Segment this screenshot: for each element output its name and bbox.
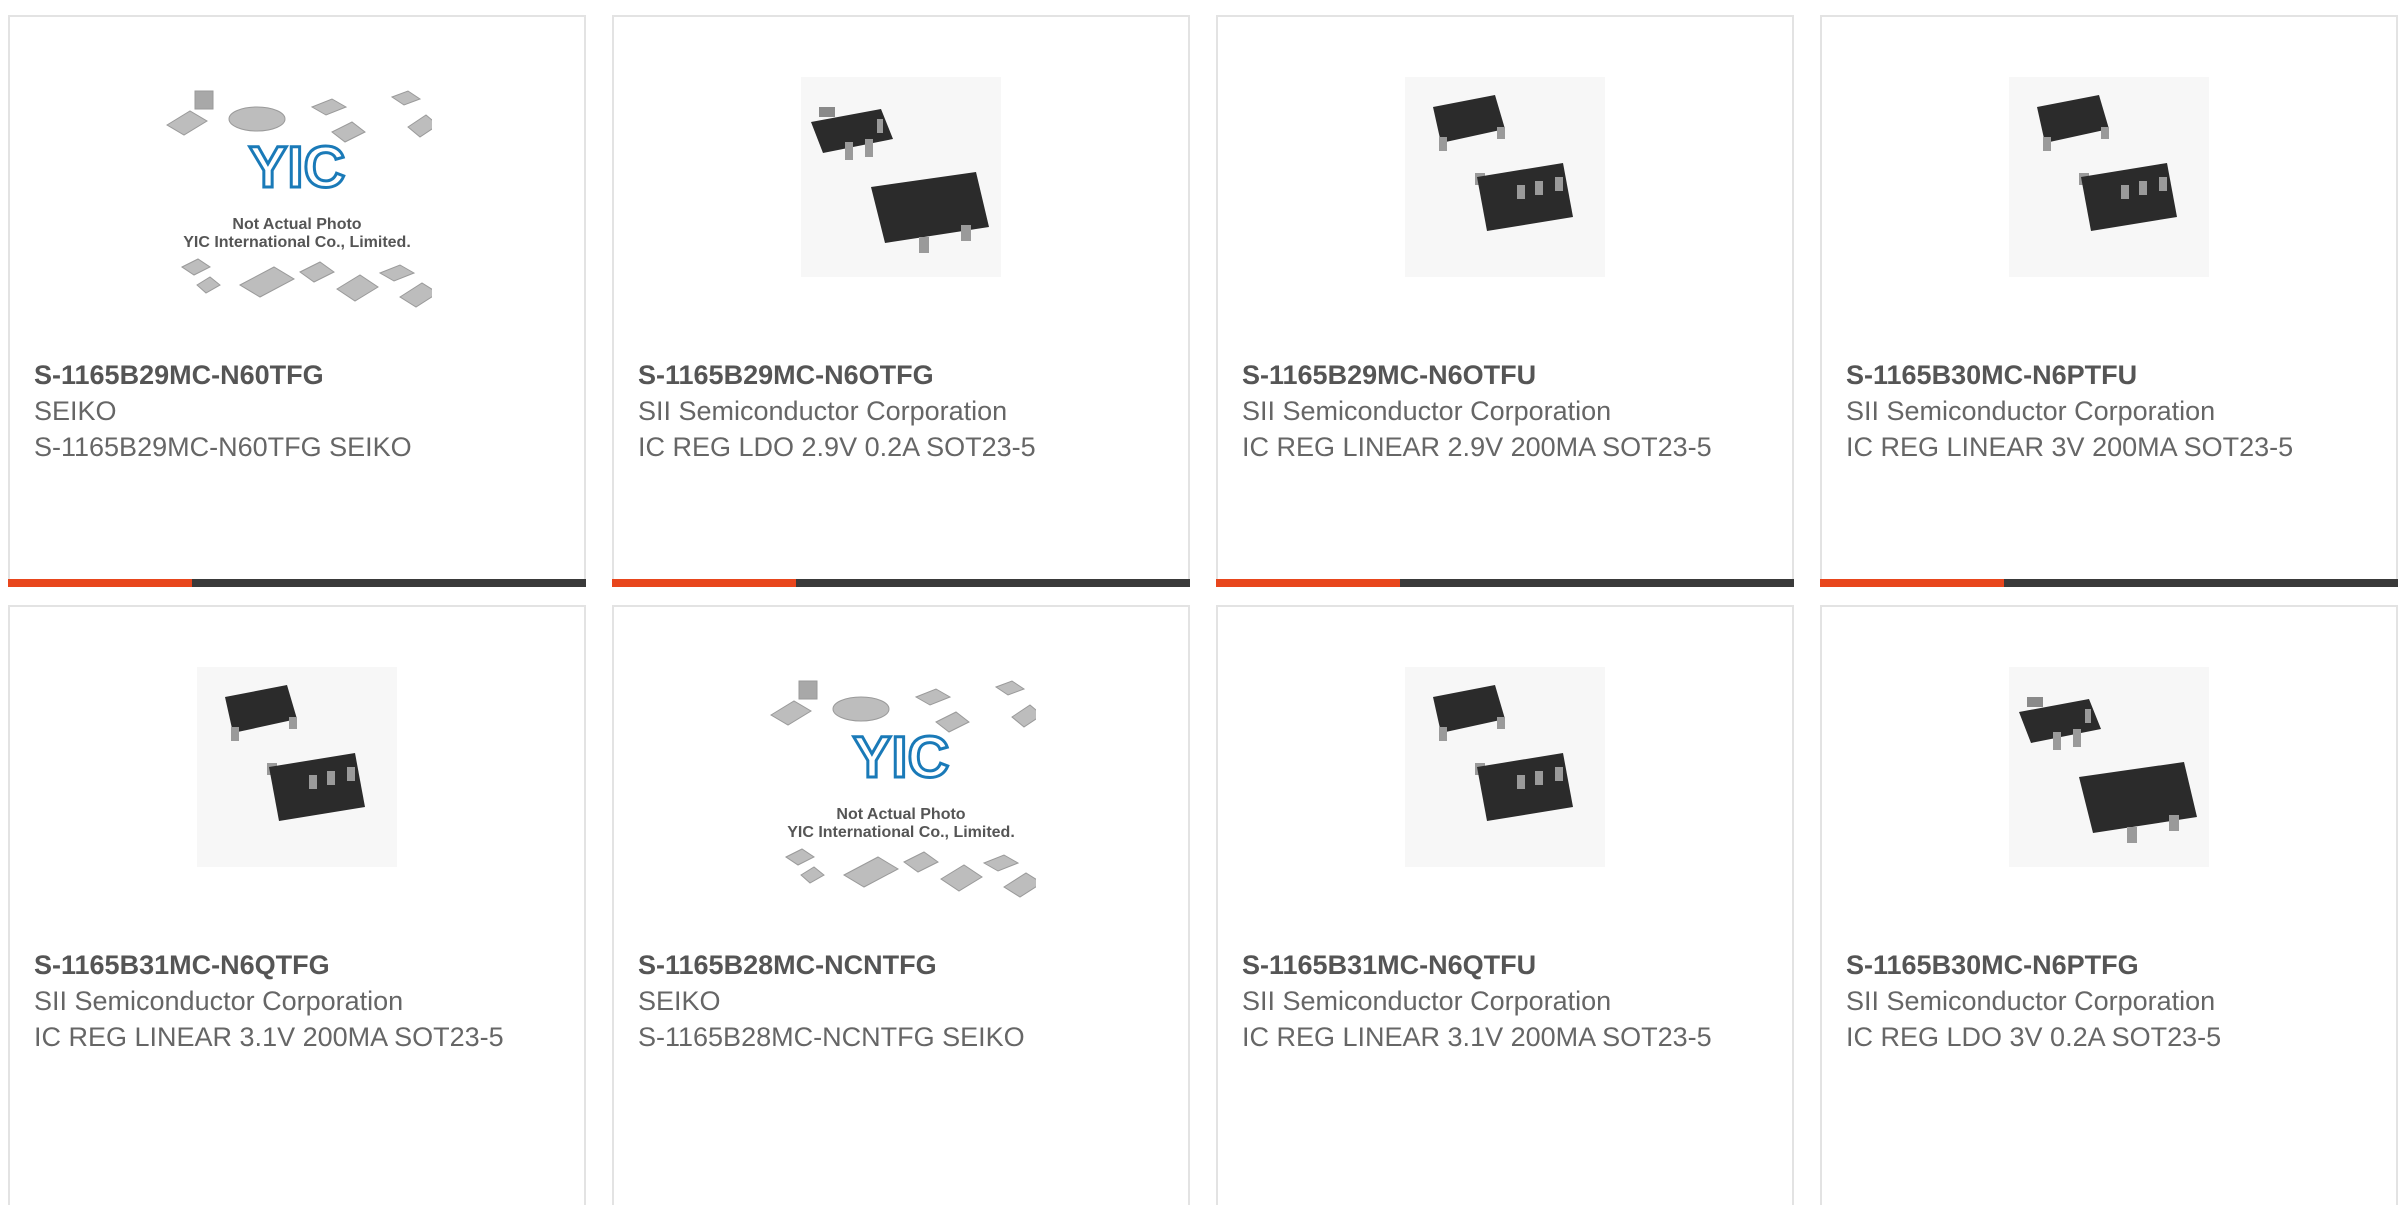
product-image[interactable]: YIC Not Actual Photo YIC International C… bbox=[614, 667, 1188, 902]
description: S-1165B28MC-NCNTFG SEIKO bbox=[638, 1022, 1025, 1052]
sot23-chip-image bbox=[1405, 77, 1605, 277]
product-info: S-1165B30MC-N6PTFU SII Semiconductor Cor… bbox=[1846, 357, 2372, 465]
product-info: S-1165B29MC-N6OTFU SII Semiconductor Cor… bbox=[1242, 357, 1768, 465]
product-card[interactable]: YIC Not Actual Photo YIC International C… bbox=[8, 15, 586, 587]
product-card[interactable]: YIC Not Actual Photo YIC International C… bbox=[612, 605, 1190, 1205]
product-card[interactable]: S-1165B29MC-N6OTFG SII Semiconductor Cor… bbox=[612, 15, 1190, 587]
product-card[interactable]: S-1165B30MC-N6PTFG SII Semiconductor Cor… bbox=[1820, 605, 2398, 1205]
product-info: S-1165B31MC-N6QTFG SII Semiconductor Cor… bbox=[34, 947, 560, 1055]
card-accent-bar bbox=[612, 579, 1190, 587]
description: S-1165B29MC-N60TFG SEIKO bbox=[34, 432, 412, 462]
product-image[interactable] bbox=[1822, 77, 2396, 312]
product-info: S-1165B28MC-NCNTFG SEIKO S-1165B28MC-NCN… bbox=[638, 947, 1164, 1055]
description: IC REG LINEAR 3.1V 200MA SOT23-5 bbox=[34, 1022, 504, 1052]
manufacturer: SEIKO bbox=[638, 986, 721, 1016]
sot23-chip-image bbox=[197, 667, 397, 867]
svg-text:YIC: YIC bbox=[249, 135, 346, 200]
product-image[interactable] bbox=[614, 77, 1188, 312]
description: IC REG LDO 3V 0.2A SOT23-5 bbox=[1846, 1022, 2222, 1052]
part-number[interactable]: S-1165B31MC-N6QTFU bbox=[1242, 947, 1768, 983]
sot23-chip-image bbox=[2009, 77, 2209, 277]
sot23-chip-image bbox=[2009, 667, 2209, 867]
manufacturer: SII Semiconductor Corporation bbox=[34, 986, 404, 1016]
manufacturer: SII Semiconductor Corporation bbox=[1242, 986, 1612, 1016]
card-accent-bar bbox=[1216, 579, 1794, 587]
svg-text:Not Actual Photo: Not Actual Photo bbox=[232, 216, 361, 233]
part-number[interactable]: S-1165B28MC-NCNTFG bbox=[638, 947, 1164, 983]
part-number[interactable]: S-1165B30MC-N6PTFG bbox=[1846, 947, 2372, 983]
part-number[interactable]: S-1165B30MC-N6PTFU bbox=[1846, 357, 2372, 393]
product-info: S-1165B29MC-N6OTFG SII Semiconductor Cor… bbox=[638, 357, 1164, 465]
part-number[interactable]: S-1165B29MC-N60TFG bbox=[34, 357, 560, 393]
card-accent-bar bbox=[1820, 579, 2398, 587]
product-image[interactable]: YIC Not Actual Photo YIC International C… bbox=[10, 77, 584, 312]
part-number[interactable]: S-1165B31MC-N6QTFG bbox=[34, 947, 560, 983]
manufacturer: SII Semiconductor Corporation bbox=[1846, 986, 2216, 1016]
placeholder-image: YIC Not Actual Photo YIC International C… bbox=[166, 90, 432, 308]
manufacturer: SII Semiconductor Corporation bbox=[1242, 396, 1612, 426]
card-accent-bar bbox=[8, 579, 586, 587]
product-image[interactable] bbox=[1218, 77, 1792, 312]
description: IC REG LDO 2.9V 0.2A SOT23-5 bbox=[638, 432, 1036, 462]
product-card[interactable]: S-1165B31MC-N6QTFG SII Semiconductor Cor… bbox=[8, 605, 586, 1205]
product-card[interactable]: S-1165B31MC-N6QTFU SII Semiconductor Cor… bbox=[1216, 605, 1794, 1205]
product-info: S-1165B30MC-N6PTFG SII Semiconductor Cor… bbox=[1846, 947, 2372, 1055]
svg-text:YIC International Co., Limited: YIC International Co., Limited. bbox=[787, 824, 1015, 841]
product-card[interactable]: S-1165B29MC-N6OTFU SII Semiconductor Cor… bbox=[1216, 15, 1794, 587]
svg-text:YIC: YIC bbox=[853, 725, 950, 790]
description: IC REG LINEAR 2.9V 200MA SOT23-5 bbox=[1242, 432, 1712, 462]
part-number[interactable]: S-1165B29MC-N6OTFG bbox=[638, 357, 1164, 393]
svg-text:YIC International Co., Limited: YIC International Co., Limited. bbox=[183, 234, 411, 251]
description: IC REG LINEAR 3V 200MA SOT23-5 bbox=[1846, 432, 2294, 462]
product-grid: YIC Not Actual Photo YIC International C… bbox=[8, 15, 2400, 1205]
svg-text:Not Actual Photo: Not Actual Photo bbox=[836, 806, 965, 823]
manufacturer: SII Semiconductor Corporation bbox=[638, 396, 1008, 426]
product-info: S-1165B29MC-N60TFG SEIKO S-1165B29MC-N60… bbox=[34, 357, 560, 465]
product-image[interactable] bbox=[1822, 667, 2396, 902]
placeholder-image: YIC Not Actual Photo YIC International C… bbox=[770, 680, 1036, 898]
product-card[interactable]: S-1165B30MC-N6PTFU SII Semiconductor Cor… bbox=[1820, 15, 2398, 587]
manufacturer: SEIKO bbox=[34, 396, 117, 426]
sot23-chip-image bbox=[801, 77, 1001, 277]
product-image[interactable] bbox=[10, 667, 584, 902]
sot23-chip-image bbox=[1405, 667, 1605, 867]
description: IC REG LINEAR 3.1V 200MA SOT23-5 bbox=[1242, 1022, 1712, 1052]
product-image[interactable] bbox=[1218, 667, 1792, 902]
product-info: S-1165B31MC-N6QTFU SII Semiconductor Cor… bbox=[1242, 947, 1768, 1055]
part-number[interactable]: S-1165B29MC-N6OTFU bbox=[1242, 357, 1768, 393]
manufacturer: SII Semiconductor Corporation bbox=[1846, 396, 2216, 426]
